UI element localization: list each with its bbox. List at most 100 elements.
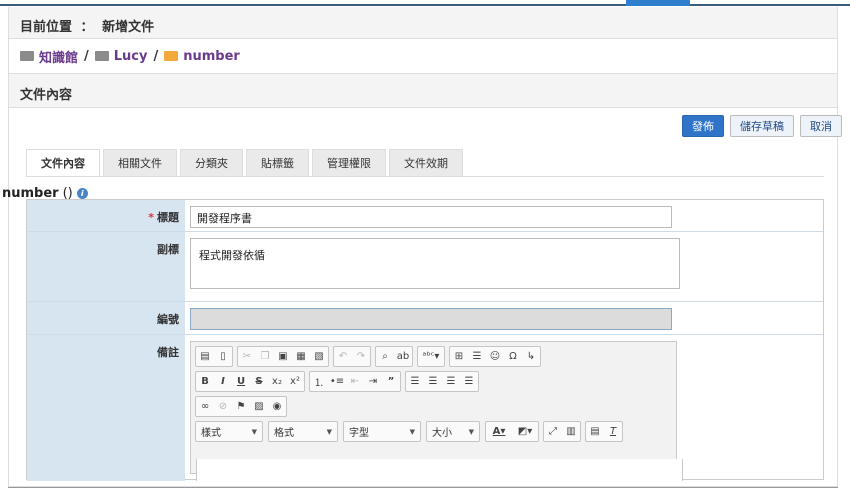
folder-icon [94,51,109,61]
number-field[interactable] [190,308,672,330]
show-blocks-icon[interactable]: ▥ [562,422,580,441]
paste-icon[interactable]: ▣ [274,347,292,366]
bold-icon[interactable]: B [196,372,214,391]
location-separator: ： [80,20,94,35]
editor-toolbar-row-4: 樣式 ▼ 格式 ▼ 字型 ▼ 大小 ▼ A▾ ◩▾ ⤢ ▥ ▤ T [195,421,672,442]
number-cell [185,302,823,334]
subtitle-label: 副標 [27,232,185,301]
cancel-button[interactable]: 取消 [800,115,842,137]
page-break-icon[interactable]: ↳ [522,347,540,366]
toolbar-group-spell: ᵃᵇᶜ▾ [417,346,445,367]
title-label-text: 標題 [157,211,179,224]
breadcrumb-item-knowledge[interactable]: 知識館 [39,47,78,66]
tab-permissions[interactable]: 管理權限 [312,149,386,176]
underline-icon[interactable]: U [232,372,250,391]
toolbar-group-find: ⌕ ab [375,346,413,367]
table-icon[interactable]: ⊞ [450,347,468,366]
cut-icon[interactable]: ✂ [238,347,256,366]
flash-icon[interactable]: ◉ [268,397,286,416]
align-right-icon[interactable]: ☰ [442,372,460,391]
background-color-icon[interactable]: ◩▾ [512,422,538,441]
image-icon[interactable]: ▨ [250,397,268,416]
document-form: * 標題 開發程序書 副標 程式開發依循 編號 備註 ▤ ▯ ✂ ❐ ▣ ▦ ▧… [26,199,824,481]
align-center-icon[interactable]: ☰ [424,372,442,391]
align-left-icon[interactable]: ☰ [406,372,424,391]
breadcrumb: 知識館 / Lucy / number [9,39,837,74]
outdent-icon[interactable]: ⇤ [346,372,364,391]
breadcrumb-separator: / [153,48,159,64]
smiley-icon[interactable]: ☺ [486,347,504,366]
title-label: * 標題 [27,200,185,231]
subscript-icon[interactable]: x₂ [268,372,286,391]
special-char-icon[interactable]: Ω [504,347,522,366]
title-cell: 開發程序書 [185,200,823,231]
chevron-down-icon: ▼ [251,427,257,436]
location-label: 目前位置 [20,20,73,35]
horizontal-rule-icon[interactable]: ☰ [468,347,486,366]
chevron-down-icon: ▼ [409,427,415,436]
strikethrough-icon[interactable]: S [250,372,268,391]
toolbar-group-lists: ⒈ •≡ ⇤ ⇥ ” [309,371,401,392]
location-bar: 目前位置 ： 新增文件 [9,7,837,39]
number-row: 編號 [27,302,823,335]
paste-text-icon[interactable]: ▦ [292,347,310,366]
title-input[interactable]: 開發程序書 [190,206,672,228]
rich-text-editor: ▤ ▯ ✂ ❐ ▣ ▦ ▧ ↶ ↷ ⌕ ab ᵃᵇᶜ▾ ⊞ ☰ ☺ Ω ↳ B … [190,341,677,474]
breadcrumb-item-number[interactable]: number [183,49,240,64]
unlink-icon[interactable]: ⊘ [214,397,232,416]
save-draft-button[interactable]: 儲存草稿 [730,115,794,137]
publish-button[interactable]: 發佈 [682,115,724,137]
tab-document-validity[interactable]: 文件效期 [389,149,463,176]
styles-dropdown-label: 樣式 [201,428,221,439]
tab-bar: 文件內容 相關文件 分類夾 貼標籤 管理權限 文件效期 [26,149,466,176]
indent-icon[interactable]: ⇥ [364,372,382,391]
editor-content-area[interactable] [196,459,683,481]
replace-icon[interactable]: ab [394,347,412,366]
text-color-icon[interactable]: A▾ [486,422,512,441]
align-justify-icon[interactable]: ☰ [460,372,478,391]
chevron-down-icon: ▼ [468,427,474,436]
top-bar-line [0,4,850,6]
required-asterisk-icon: * [148,211,154,224]
toolbar-group-undo: ↶ ↷ [333,346,371,367]
redo-icon[interactable]: ↷ [352,347,370,366]
template-icon[interactable]: ▤ [586,422,604,441]
format-dropdown[interactable]: 格式 ▼ [268,421,338,442]
undo-icon[interactable]: ↶ [334,347,352,366]
tab-divider [26,176,824,177]
maximize-icon[interactable]: ⤢ [544,422,562,441]
toolbar-group-insert: ⊞ ☰ ☺ Ω ↳ [449,346,541,367]
tab-related-documents[interactable]: 相關文件 [103,149,177,176]
format-dropdown-label: 格式 [274,428,294,439]
superscript-icon[interactable]: x² [286,372,304,391]
remove-format-icon[interactable]: T [604,422,622,441]
tab-category-folders[interactable]: 分類夾 [180,149,243,176]
top-active-tab-indicator [626,0,690,6]
subtitle-textarea[interactable]: 程式開發依循 [190,238,680,289]
font-dropdown[interactable]: 字型 ▼ [343,421,421,442]
breadcrumb-item-lucy[interactable]: Lucy [114,49,148,64]
tab-tags[interactable]: 貼標籤 [246,149,309,176]
subtitle-cell: 程式開發依循 [185,232,823,301]
size-dropdown-label: 大小 [432,428,452,439]
tab-document-content[interactable]: 文件內容 [26,149,100,176]
link-icon[interactable]: ∞ [196,397,214,416]
copy-icon[interactable]: ❐ [256,347,274,366]
source-icon[interactable]: ▤ [196,347,214,366]
toolbar-group-clipboard: ✂ ❐ ▣ ▦ ▧ [237,346,329,367]
size-dropdown[interactable]: 大小 ▼ [426,421,480,442]
new-page-icon[interactable]: ▯ [214,347,232,366]
styles-dropdown[interactable]: 樣式 ▼ [195,421,263,442]
numbered-list-icon[interactable]: ⒈ [310,372,328,391]
italic-icon[interactable]: I [214,372,232,391]
toolbar-group-links: ∞ ⊘ ⚑ ▨ ◉ [195,396,287,417]
anchor-flag-icon[interactable]: ⚑ [232,397,250,416]
find-icon[interactable]: ⌕ [376,347,394,366]
spellcheck-icon[interactable]: ᵃᵇᶜ▾ [418,347,444,366]
info-icon[interactable]: i [76,188,88,199]
paste-word-icon[interactable]: ▧ [310,347,328,366]
bottom-divider [8,487,838,488]
bulleted-list-icon[interactable]: •≡ [328,372,346,391]
blockquote-icon[interactable]: ” [382,372,400,391]
editor-toolbar-row-1: ▤ ▯ ✂ ❐ ▣ ▦ ▧ ↶ ↷ ⌕ ab ᵃᵇᶜ▾ ⊞ ☰ ☺ Ω ↳ [195,346,672,367]
